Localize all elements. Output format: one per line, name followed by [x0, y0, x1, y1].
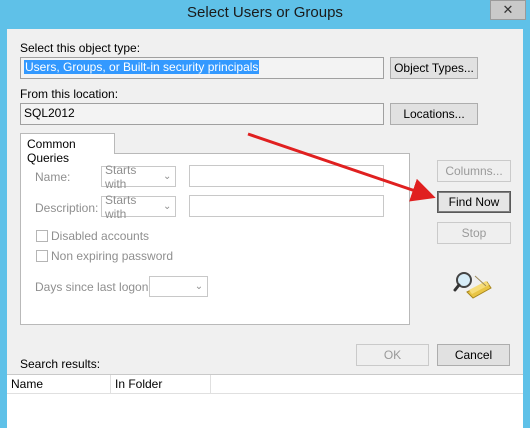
column-header-name[interactable]: Name	[7, 375, 111, 393]
search-folder-icon	[453, 272, 492, 299]
non-expiring-checkbox[interactable]	[36, 250, 48, 262]
description-mode-value: Starts with	[105, 192, 137, 221]
name-mode-dropdown[interactable]: Starts with ⌄	[101, 163, 176, 191]
disabled-accounts-checkbox[interactable]	[36, 230, 48, 242]
chevron-down-icon: ⌄	[163, 201, 172, 212]
location-value: SQL2012	[24, 106, 75, 120]
description-input[interactable]	[189, 195, 384, 217]
object-types-button[interactable]: Object Types...	[390, 57, 478, 79]
results-header: Name In Folder	[7, 375, 523, 394]
ok-button[interactable]: OK	[356, 344, 429, 366]
find-now-button[interactable]: Find Now	[437, 191, 511, 213]
location-field[interactable]: SQL2012	[20, 103, 384, 125]
close-icon: ✕	[502, 2, 514, 17]
location-label: From this location:	[20, 87, 119, 101]
column-header-in-folder[interactable]: In Folder	[111, 375, 211, 393]
days-since-logon-label: Days since last logon:	[35, 280, 152, 294]
object-type-field[interactable]: Users, Groups, or Built-in security prin…	[20, 57, 384, 79]
stop-button[interactable]: Stop	[437, 222, 511, 244]
object-type-label: Select this object type:	[20, 41, 141, 55]
description-label: Description:	[35, 201, 99, 215]
name-label: Name:	[35, 170, 71, 184]
chevron-down-icon: ⌄	[163, 171, 172, 182]
search-results-label: Search results:	[20, 357, 101, 371]
columns-button[interactable]: Columns...	[437, 160, 511, 182]
chevron-down-icon: ⌄	[194, 281, 204, 292]
tab-common-queries[interactable]: Common Queries	[20, 133, 115, 165]
description-mode-dropdown[interactable]: Starts with ⌄	[101, 193, 176, 221]
window-title: Select Users or Groups	[187, 4, 343, 21]
days-since-logon-dropdown[interactable]: ⌄	[149, 276, 208, 297]
name-mode-value: Starts with	[105, 162, 137, 191]
locations-button[interactable]: Locations...	[390, 103, 478, 125]
name-input[interactable]	[189, 165, 384, 187]
cancel-button[interactable]: Cancel	[437, 344, 510, 366]
search-results-list[interactable]: Name In Folder	[7, 374, 523, 428]
disabled-accounts-label: Disabled accounts	[51, 229, 150, 243]
object-type-value: Users, Groups, or Built-in security prin…	[24, 60, 260, 74]
close-button[interactable]: ✕	[490, 0, 526, 20]
non-expiring-label: Non expiring password	[51, 249, 174, 263]
